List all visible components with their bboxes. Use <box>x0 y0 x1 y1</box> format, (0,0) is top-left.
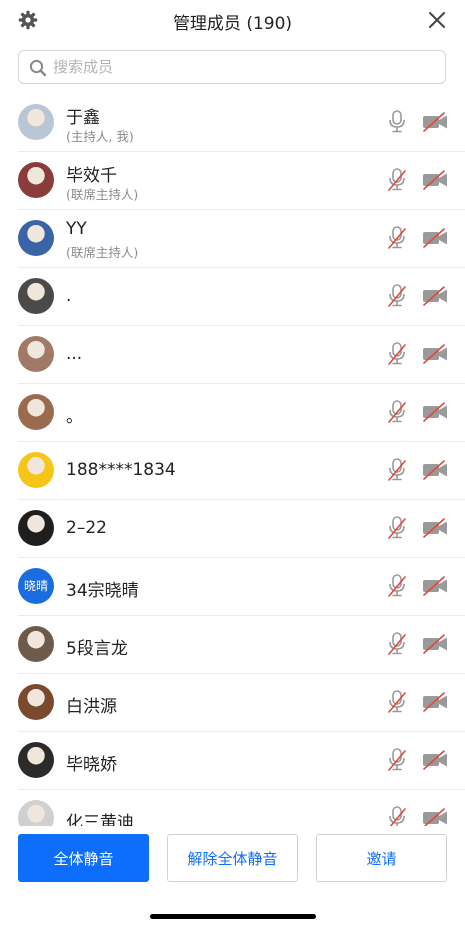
avatar: 晓晴 <box>18 568 54 604</box>
mic-muted-icon[interactable] <box>387 168 407 192</box>
member-name: 白洪源 <box>66 697 117 717</box>
member-name: . <box>66 286 72 306</box>
header: 管理成员 (190) <box>0 0 465 40</box>
camera-off-icon[interactable] <box>422 170 448 190</box>
member-list[interactable]: 于鑫 (主持人, 我) 毕效千 (联席主持人) YY (联席主持人) . ...… <box>0 94 465 830</box>
mic-muted-icon[interactable] <box>387 690 407 714</box>
search-icon <box>29 59 47 77</box>
camera-off-icon[interactable] <box>422 634 448 654</box>
mic-muted-icon[interactable] <box>387 400 407 424</box>
mic-icon[interactable] <box>387 110 407 134</box>
camera-off-icon[interactable] <box>422 750 448 770</box>
member-role: (联席主持人) <box>66 245 139 260</box>
invite-button[interactable]: 邀请 <box>316 834 447 882</box>
avatar <box>18 278 54 314</box>
member-row[interactable]: ... <box>18 326 465 384</box>
member-role: (主持人, 我) <box>66 129 134 144</box>
camera-off-icon[interactable] <box>422 344 448 364</box>
member-name: YY <box>66 219 87 239</box>
member-row[interactable]: 白洪源 <box>18 674 465 732</box>
member-row[interactable]: YY (联席主持人) <box>18 210 465 268</box>
member-row[interactable]: . <box>18 268 465 326</box>
member-name: ... <box>66 344 83 364</box>
member-name: 于鑫 <box>66 108 100 128</box>
home-indicator <box>150 914 316 919</box>
camera-off-icon[interactable] <box>422 112 448 132</box>
mic-muted-icon[interactable] <box>387 574 407 598</box>
member-name: 5段言龙 <box>66 639 128 659</box>
camera-off-icon[interactable] <box>422 402 448 422</box>
avatar <box>18 452 54 488</box>
avatar <box>18 104 54 140</box>
avatar <box>18 394 54 430</box>
member-row[interactable]: 于鑫 (主持人, 我) <box>18 94 465 152</box>
member-row[interactable]: 化三黄迪 <box>18 790 465 830</box>
camera-off-icon[interactable] <box>422 576 448 596</box>
member-name: 毕晓娇 <box>66 755 117 775</box>
member-name: 188****1834 <box>66 460 176 480</box>
avatar <box>18 626 54 662</box>
mic-muted-icon[interactable] <box>387 632 407 656</box>
camera-off-icon[interactable] <box>422 228 448 248</box>
avatar <box>18 162 54 198</box>
camera-off-icon[interactable] <box>422 692 448 712</box>
search-input[interactable] <box>53 56 423 78</box>
page-title: 管理成员 (190) <box>172 14 293 34</box>
member-row[interactable]: 188****1834 <box>18 442 465 500</box>
avatar <box>18 336 54 372</box>
mic-muted-icon[interactable] <box>387 284 407 308</box>
avatar <box>18 742 54 778</box>
camera-off-icon[interactable] <box>422 518 448 538</box>
mic-muted-icon[interactable] <box>387 748 407 772</box>
mic-muted-icon[interactable] <box>387 458 407 482</box>
member-name: 34宗晓晴 <box>66 581 139 601</box>
mic-muted-icon[interactable] <box>387 342 407 366</box>
unmute-all-button[interactable]: 解除全体静音 <box>167 834 298 882</box>
member-row[interactable]: 5段言龙 <box>18 616 465 674</box>
member-row[interactable]: 毕晓娇 <box>18 732 465 790</box>
member-role: (联席主持人) <box>66 187 139 202</box>
camera-off-icon[interactable] <box>422 460 448 480</box>
camera-off-icon[interactable] <box>422 286 448 306</box>
mute-all-button[interactable]: 全体静音 <box>18 834 149 882</box>
mic-muted-icon[interactable] <box>387 226 407 250</box>
member-row[interactable]: 。 <box>18 384 465 442</box>
avatar <box>18 220 54 256</box>
camera-off-icon[interactable] <box>422 808 448 828</box>
member-name: 2–22 <box>66 518 107 538</box>
mic-muted-icon[interactable] <box>387 516 407 540</box>
member-row[interactable]: 2–22 <box>18 500 465 558</box>
avatar <box>18 684 54 720</box>
member-name: 毕效千 <box>66 166 117 186</box>
search-box[interactable] <box>18 50 446 84</box>
member-name: 。 <box>66 407 83 427</box>
close-icon[interactable] <box>427 10 447 30</box>
member-row[interactable]: 毕效千 (联席主持人) <box>18 152 465 210</box>
avatar <box>18 510 54 546</box>
member-row[interactable]: 晓晴 34宗晓晴 <box>18 558 465 616</box>
